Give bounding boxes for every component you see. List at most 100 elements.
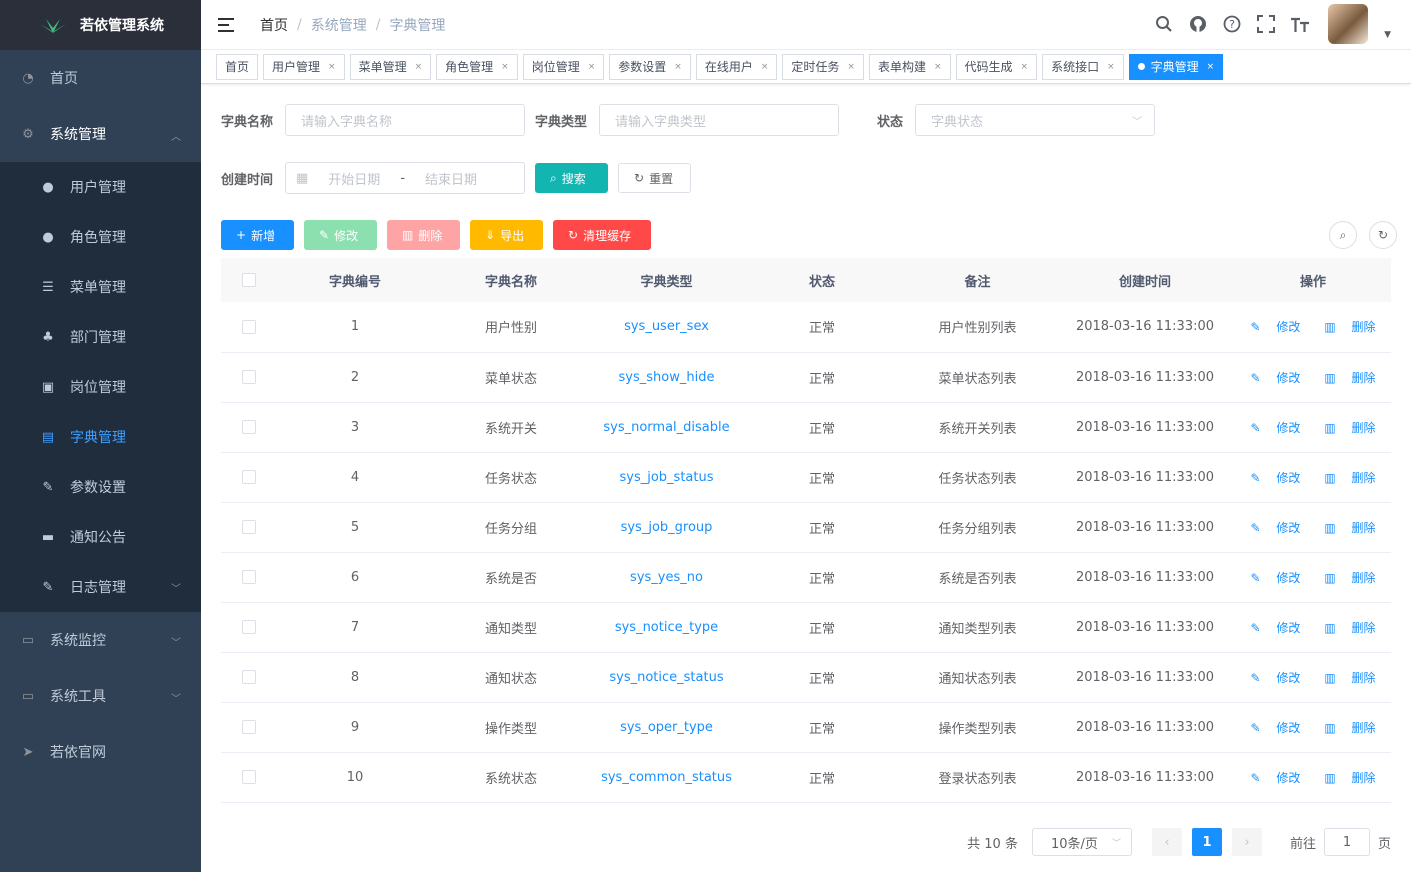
close-icon[interactable]: ×: [934, 62, 942, 72]
add-button[interactable]: + 新增: [221, 220, 294, 250]
dict-type-link[interactable]: sys_normal_disable: [603, 420, 729, 435]
tag-item[interactable]: 定时任务 ×: [782, 53, 864, 80]
dict-type-link[interactable]: sys_notice_status: [609, 670, 723, 685]
edit-button[interactable]: ✎ 修改: [304, 220, 377, 250]
dict-type-link[interactable]: sys_common_status: [601, 770, 732, 785]
page-size-select[interactable]: 10条/页 ﹀: [1031, 828, 1132, 856]
tag-item[interactable]: 岗位管理 ×: [522, 53, 605, 80]
close-icon[interactable]: ×: [501, 62, 509, 72]
row-checkbox[interactable]: [242, 420, 256, 434]
start-date-input[interactable]: 开始日期: [324, 169, 384, 188]
tag-item[interactable]: 用户管理 ×: [263, 53, 345, 80]
tag-item[interactable]: 首页: [216, 53, 259, 80]
row-delete-button[interactable]: ▥ 删除: [1318, 621, 1381, 635]
dict-name-input[interactable]: 请输入字典名称: [285, 104, 526, 136]
tag-item[interactable]: 菜单管理 ×: [349, 53, 432, 80]
next-page-button[interactable]: ›: [1231, 828, 1262, 856]
reset-button[interactable]: ↻ 重置: [618, 163, 692, 193]
row-delete-button[interactable]: ▥ 删除: [1318, 771, 1381, 785]
question-icon[interactable]: ?: [1222, 14, 1242, 34]
close-icon[interactable]: ×: [415, 62, 423, 72]
dict-type-link[interactable]: sys_show_hide: [619, 370, 715, 385]
github-icon[interactable]: [1188, 14, 1208, 34]
row-edit-button[interactable]: ✎ 修改: [1244, 771, 1306, 785]
sidebar-item-log[interactable]: ✎ 日志管理 ﹀: [0, 562, 201, 612]
row-edit-button[interactable]: ✎ 修改: [1244, 521, 1306, 535]
row-edit-button[interactable]: ✎ 修改: [1244, 421, 1306, 435]
date-range-picker[interactable]: ▦ 开始日期 - 结束日期: [285, 162, 526, 194]
row-checkbox[interactable]: [242, 620, 256, 634]
menu-tools[interactable]: ▭ 系统工具 ﹀: [0, 668, 201, 724]
row-delete-button[interactable]: ▥ 删除: [1318, 320, 1381, 334]
close-icon[interactable]: ×: [588, 62, 596, 72]
tag-item[interactable]: 代码生成 ×: [955, 53, 1038, 80]
row-delete-button[interactable]: ▥ 删除: [1318, 521, 1381, 535]
row-delete-button[interactable]: ▥ 删除: [1318, 371, 1381, 385]
dict-type-link[interactable]: sys_oper_type: [620, 720, 713, 735]
row-checkbox[interactable]: [242, 470, 256, 484]
dict-type-link[interactable]: sys_user_sex: [624, 319, 709, 334]
menu-site[interactable]: ➤ 若依官网: [0, 724, 201, 780]
sidebar-item-menu[interactable]: ☰ 菜单管理: [0, 262, 201, 312]
status-select[interactable]: 字典状态 ﹀: [915, 104, 1156, 136]
select-all-checkbox[interactable]: [242, 273, 256, 287]
dict-type-link[interactable]: sys_yes_no: [630, 570, 703, 585]
search-icon[interactable]: [1154, 14, 1174, 34]
sidebar-item-post[interactable]: ▣ 岗位管理: [0, 362, 201, 412]
search-button[interactable]: ⌕ 搜索: [535, 163, 609, 193]
row-edit-button[interactable]: ✎ 修改: [1244, 471, 1306, 485]
row-edit-button[interactable]: ✎ 修改: [1244, 671, 1306, 685]
app-logo[interactable]: 若依管理系统: [0, 0, 201, 50]
breadcrumb-home[interactable]: 首页: [260, 15, 288, 35]
tag-item[interactable]: 系统接口 ×: [1042, 53, 1124, 80]
close-icon[interactable]: ×: [1207, 62, 1215, 72]
refresh-icon[interactable]: ↻: [1369, 221, 1397, 249]
tag-item[interactable]: 角色管理 ×: [436, 53, 518, 80]
menu-system[interactable]: ⚙ 系统管理 ︿: [0, 106, 201, 162]
row-delete-button[interactable]: ▥ 删除: [1318, 421, 1381, 435]
row-edit-button[interactable]: ✎ 修改: [1244, 721, 1306, 735]
sidebar-item-dict[interactable]: ▤ 字典管理: [0, 412, 201, 462]
row-delete-button[interactable]: ▥ 删除: [1318, 671, 1381, 685]
row-checkbox[interactable]: [242, 670, 256, 684]
dict-type-link[interactable]: sys_notice_type: [615, 620, 718, 635]
close-icon[interactable]: ×: [328, 62, 336, 72]
sidebar-item-dept[interactable]: ♣ 部门管理: [0, 312, 201, 362]
row-edit-button[interactable]: ✎ 修改: [1244, 320, 1306, 334]
row-checkbox[interactable]: [242, 370, 256, 384]
close-icon[interactable]: ×: [1107, 62, 1115, 72]
row-checkbox[interactable]: [242, 520, 256, 534]
fullscreen-icon[interactable]: [1256, 14, 1276, 34]
export-button[interactable]: ⇓ 导出: [470, 220, 543, 250]
row-edit-button[interactable]: ✎ 修改: [1244, 621, 1306, 635]
row-edit-button[interactable]: ✎ 修改: [1244, 571, 1306, 585]
row-delete-button[interactable]: ▥ 删除: [1318, 571, 1381, 585]
goto-page-input[interactable]: 1: [1323, 828, 1370, 856]
dict-type-link[interactable]: sys_job_group: [621, 520, 713, 535]
row-checkbox[interactable]: [242, 319, 256, 334]
dict-type-link[interactable]: sys_job_status: [619, 470, 713, 485]
row-edit-button[interactable]: ✎ 修改: [1244, 371, 1306, 385]
hamburger-icon[interactable]: [218, 17, 234, 32]
row-checkbox[interactable]: [242, 720, 256, 734]
page-number[interactable]: 1: [1191, 828, 1222, 856]
avatar[interactable]: [1328, 4, 1369, 44]
caret-down-icon[interactable]: ▼: [1384, 30, 1391, 40]
tag-item[interactable]: 字典管理 ×: [1128, 53, 1224, 80]
tag-item[interactable]: 参数设置 ×: [609, 53, 691, 80]
row-delete-button[interactable]: ▥ 删除: [1318, 471, 1381, 485]
tag-item[interactable]: 表单构建 ×: [868, 53, 951, 80]
dict-type-input[interactable]: 请输入字典类型: [599, 104, 840, 136]
toggle-search-icon[interactable]: ⌕: [1329, 221, 1357, 249]
row-checkbox[interactable]: [242, 770, 256, 784]
prev-page-button[interactable]: ‹: [1151, 828, 1182, 856]
close-icon[interactable]: ×: [1021, 62, 1029, 72]
menu-monitor[interactable]: ▭ 系统监控 ﹀: [0, 612, 201, 668]
close-icon[interactable]: ×: [674, 62, 682, 72]
end-date-input[interactable]: 结束日期: [421, 169, 481, 188]
clear-cache-button[interactable]: ↻ 清理缓存: [553, 220, 651, 250]
close-icon[interactable]: ×: [761, 62, 769, 72]
sidebar-item-notice[interactable]: ▬ 通知公告: [0, 512, 201, 562]
row-delete-button[interactable]: ▥ 删除: [1318, 721, 1381, 735]
font-size-icon[interactable]: [1290, 14, 1310, 34]
